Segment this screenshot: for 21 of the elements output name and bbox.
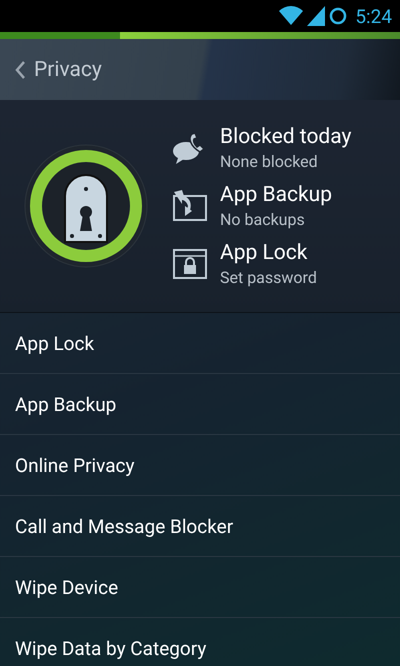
summary-status: No backups: [220, 210, 306, 229]
summary-status: Set password: [220, 268, 317, 287]
menu-item[interactable]: App Backup: [0, 374, 400, 435]
signal-icon: [307, 6, 326, 26]
summary-title: App Lock: [220, 241, 308, 265]
menu-item[interactable]: App Lock: [0, 313, 400, 374]
window-lock-icon: [172, 248, 208, 280]
lock-badge-icon: [24, 144, 148, 268]
sync-icon: [329, 7, 348, 25]
clock-time: 5:24: [355, 4, 392, 28]
summary-title: App Backup: [220, 183, 332, 207]
menu-item[interactable]: Wipe Device: [0, 557, 400, 618]
window-arrow-icon: [172, 190, 208, 222]
menu-item[interactable]: Call and Message Blocker: [0, 496, 400, 557]
summary-status: None blocked: [220, 152, 319, 171]
menu-item[interactable]: Online Privacy: [0, 435, 400, 496]
menu-item[interactable]: Wipe Data by Category: [0, 618, 400, 666]
back-icon: [14, 60, 26, 80]
wifi-icon: [279, 6, 304, 26]
back-button[interactable]: Privacy: [10, 54, 106, 86]
summary-title: Blocked today: [220, 125, 352, 149]
